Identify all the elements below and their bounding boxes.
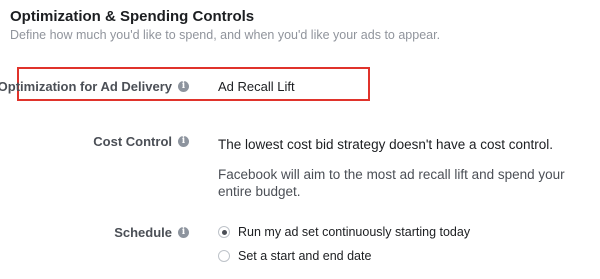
schedule-option-continuous[interactable]: Run my ad set continuously starting toda… xyxy=(218,225,470,239)
radio-button-selected[interactable] xyxy=(218,226,230,238)
cost-control-text: The lowest cost bid strategy doesn't hav… xyxy=(218,137,554,152)
section-title: Optimization & Spending Controls xyxy=(10,8,255,25)
cost-control-row-label: Cost Control i xyxy=(93,134,189,149)
schedule-option-start-end[interactable]: Set a start and end date xyxy=(218,249,371,263)
schedule-option-label[interactable]: Set a start and end date xyxy=(238,249,371,263)
optimization-row-label: Optimization for Ad Delivery i xyxy=(0,79,189,94)
optimization-label: Optimization for Ad Delivery xyxy=(0,79,172,94)
info-icon[interactable]: i xyxy=(178,81,189,92)
schedule-label: Schedule xyxy=(114,225,172,240)
schedule-row-label: Schedule i xyxy=(114,225,189,240)
radio-button[interactable] xyxy=(218,250,230,262)
schedule-option-label[interactable]: Run my ad set continuously starting toda… xyxy=(238,225,470,239)
info-icon[interactable]: i xyxy=(178,227,189,238)
cost-control-note: Facebook will aim to the most ad recall … xyxy=(218,167,565,199)
optimization-value: Ad Recall Lift xyxy=(218,79,295,94)
cost-control-label: Cost Control xyxy=(93,134,172,149)
section-subtitle: Define how much you'd like to spend, and… xyxy=(10,28,441,42)
info-icon[interactable]: i xyxy=(178,136,189,147)
